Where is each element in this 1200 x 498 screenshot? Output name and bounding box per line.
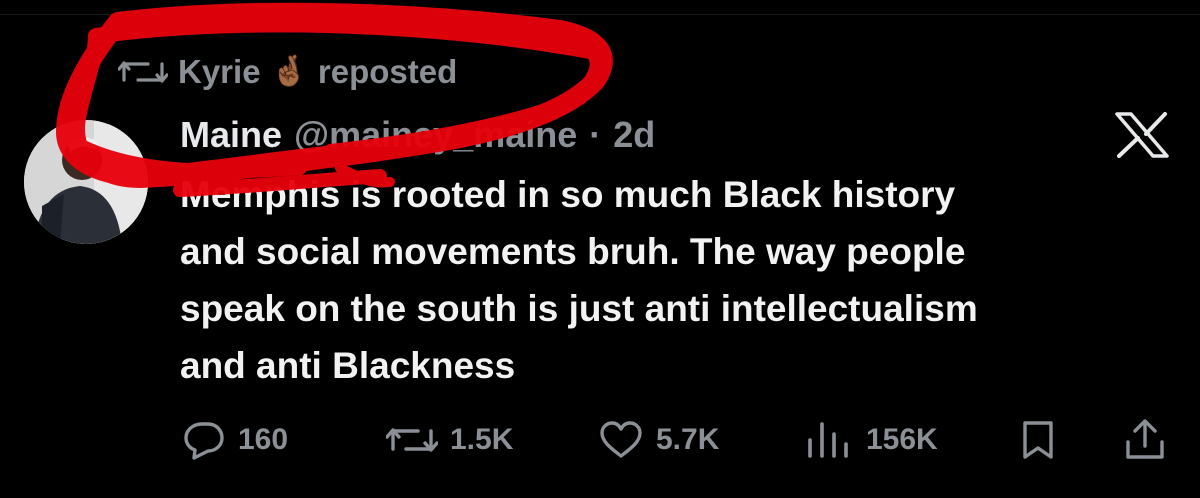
tweet-line: speak on the south is just anti intellec… (180, 288, 978, 329)
reply-button[interactable]: 160 (182, 420, 288, 460)
like-count: 5.7K (656, 423, 720, 456)
tweet-line: Memphis is rooted in so much Black histo… (180, 174, 956, 215)
views-icon (804, 420, 854, 460)
crossed-fingers-emoji: 🤞🏾 (270, 55, 308, 88)
repost-icon (118, 56, 168, 88)
tweet-header: Maine @mainey_maine · 2d (180, 110, 655, 160)
share-button[interactable] (1124, 418, 1166, 462)
like-button[interactable]: 5.7K (598, 420, 719, 460)
repost-label: reposted (317, 53, 458, 90)
action-bar: 160 1.5K 5.7K 156K (0, 410, 1200, 470)
heart-icon (598, 420, 644, 460)
x-logo (1114, 112, 1170, 158)
repost-user[interactable]: Kyrie (178, 53, 261, 91)
tweet-card: Kyrie 🤞🏾 reposted Maine @mainey_maine · … (0, 0, 1200, 498)
share-icon (1124, 418, 1166, 462)
reply-count: 160 (238, 423, 289, 456)
tweet-line: and social movements bruh. The way peopl… (180, 231, 966, 272)
tweet-text: Memphis is rooted in so much Black histo… (180, 166, 1170, 394)
repost-icon (386, 422, 438, 458)
retweet-count: 1.5K (450, 423, 514, 456)
views-count: 156K (866, 423, 938, 456)
retweet-button[interactable]: 1.5K (386, 420, 513, 460)
tweet-line: and anti Blackness (180, 345, 516, 386)
divider (0, 14, 1200, 15)
separator: · (589, 114, 602, 155)
timestamp[interactable]: 2d (613, 114, 655, 156)
bookmark-icon (1020, 419, 1056, 461)
avatar[interactable] (24, 120, 148, 244)
views-button[interactable]: 156K (804, 420, 938, 460)
reply-icon (182, 420, 226, 460)
bookmark-button[interactable] (1020, 420, 1056, 460)
repost-context[interactable]: Kyrie 🤞🏾 reposted (118, 52, 457, 92)
user-handle[interactable]: @mainey_maine (294, 114, 577, 156)
display-name[interactable]: Maine (180, 114, 282, 156)
